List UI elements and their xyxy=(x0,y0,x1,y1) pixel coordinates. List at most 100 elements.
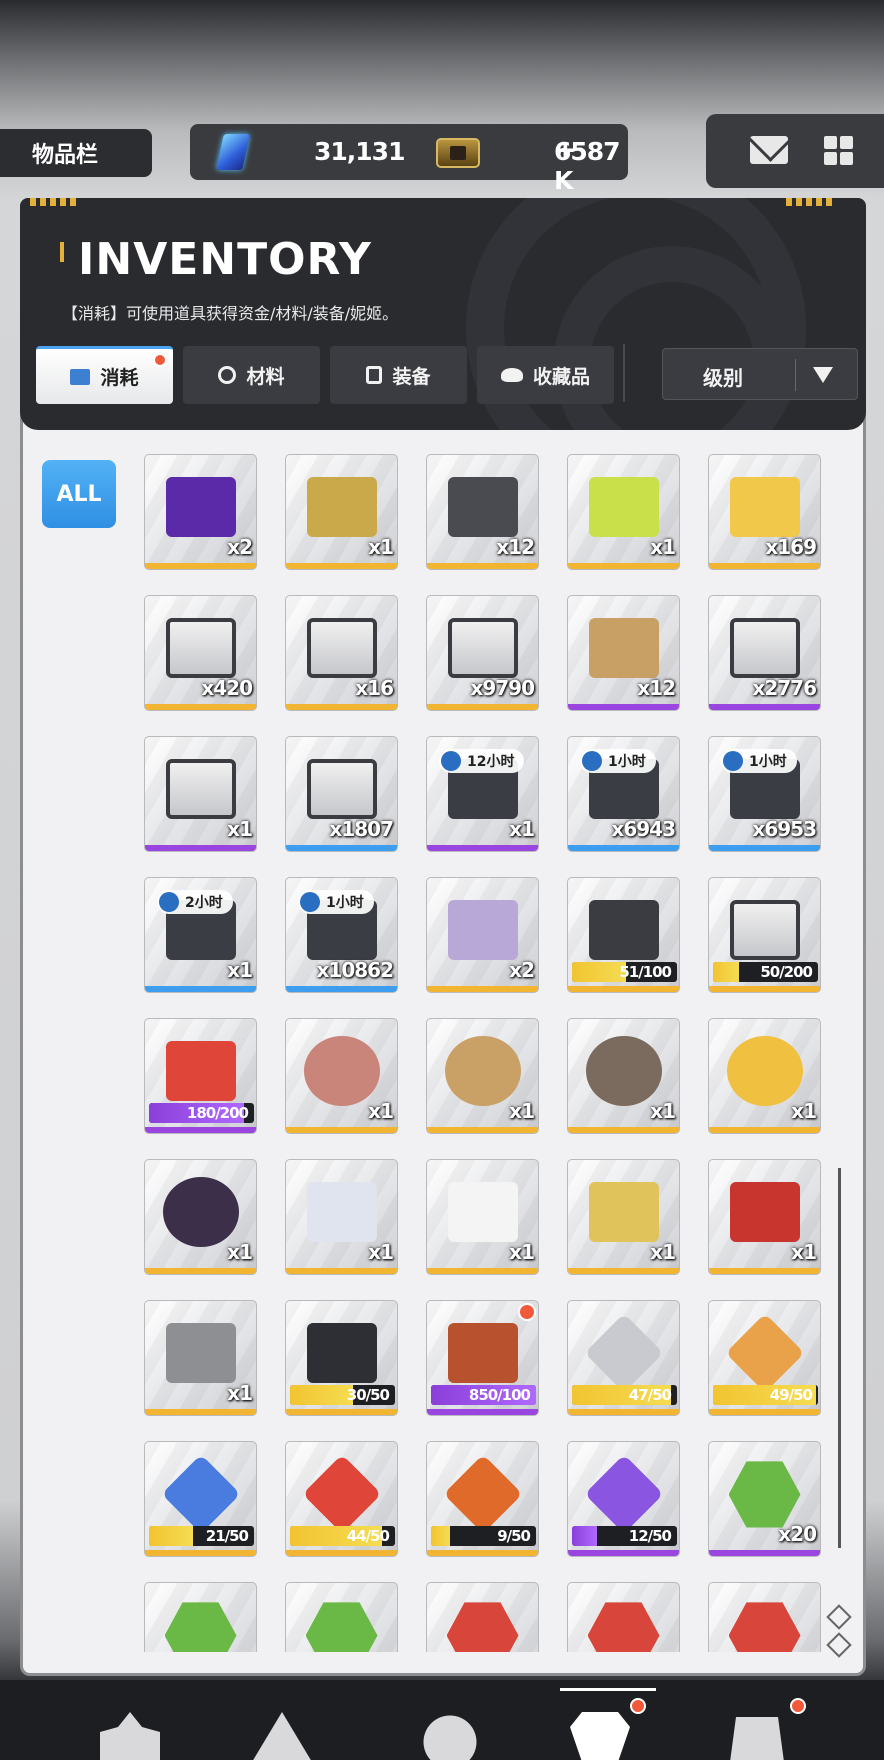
tab-collection[interactable]: 收藏品 xyxy=(477,346,614,404)
inventory-item[interactable]: x20 xyxy=(708,1441,821,1557)
nav-button[interactable] xyxy=(390,1688,510,1760)
inventory-item[interactable]: x1 xyxy=(144,1159,257,1275)
rarity-bar xyxy=(145,1268,256,1274)
omelette-icon xyxy=(726,1036,803,1107)
inventory-item[interactable]: x1 xyxy=(426,1159,539,1275)
inventory-item[interactable]: x16 xyxy=(285,595,398,711)
rarity-bar xyxy=(145,986,256,992)
inventory-item[interactable] xyxy=(708,1582,821,1652)
tab-label: 消耗 xyxy=(100,367,139,389)
nav-button[interactable] xyxy=(70,1688,190,1760)
filter-all-button[interactable]: ALL xyxy=(42,460,116,528)
item-progress-bar: 51/100 xyxy=(572,962,677,982)
inventory-item[interactable]: x1 xyxy=(567,454,680,570)
inventory-item[interactable]: 1小时 x6943 xyxy=(567,736,680,852)
tab-material[interactable]: 材料 xyxy=(183,346,320,404)
nav-button[interactable] xyxy=(540,1688,660,1760)
rarity-bar xyxy=(427,563,538,569)
orange-crate-icon xyxy=(165,618,236,679)
menu-grid-icon[interactable] xyxy=(824,136,854,166)
inventory-item[interactable]: x1 xyxy=(285,454,398,570)
ssr-pyramid-box-icon xyxy=(306,477,377,538)
tab-consumable[interactable]: 消耗 xyxy=(36,346,173,404)
blue-crate-icon xyxy=(729,618,800,679)
inventory-item[interactable]: 50/200 xyxy=(708,877,821,993)
inventory-item[interactable]: 49/50 xyxy=(708,1300,821,1416)
2nd-anniversary-gift-icon xyxy=(165,477,236,538)
item-quantity: x1 xyxy=(509,1240,535,1264)
progress-text: 50/200 xyxy=(760,963,813,981)
inventory-item[interactable]: 1小时 x6953 xyxy=(708,736,821,852)
squad-icon xyxy=(100,1712,160,1760)
inventory-item[interactable] xyxy=(567,1582,680,1652)
inventory-item[interactable] xyxy=(144,1582,257,1652)
inventory-item[interactable]: 12/50 xyxy=(567,1441,680,1557)
inventory-item[interactable]: x1 xyxy=(567,1159,680,1275)
inventory-item[interactable]: 44/50 xyxy=(285,1441,398,1557)
inventory-item[interactable]: x9790 xyxy=(426,595,539,711)
mail-icon[interactable] xyxy=(750,136,788,164)
scrollbar[interactable] xyxy=(838,1168,841,1548)
item-quantity: x20 xyxy=(778,1522,817,1546)
inventory-item[interactable] xyxy=(426,1582,539,1652)
inventory-item[interactable]: x1 xyxy=(426,1018,539,1134)
rarity-bar xyxy=(286,1550,397,1556)
inventory-item[interactable]: 47/50 xyxy=(567,1300,680,1416)
inventory-item[interactable]: 180/200 xyxy=(144,1018,257,1134)
progress-fill xyxy=(572,1526,598,1546)
stone-figure-icon xyxy=(165,1323,236,1384)
green-hex-module-icon xyxy=(164,1602,237,1652)
inventory-item[interactable]: x1 xyxy=(285,1159,398,1275)
progress-text: 12/50 xyxy=(628,1527,672,1545)
inventory-item[interactable]: x1 xyxy=(567,1018,680,1134)
rarity-bar xyxy=(145,1127,256,1133)
rarity-bar xyxy=(427,1268,538,1274)
timer-badge: 1小时 xyxy=(580,749,656,773)
inventory-item[interactable]: x1 xyxy=(708,1159,821,1275)
inventory-item[interactable]: 2小时 x1 xyxy=(144,877,257,993)
inventory-icon xyxy=(570,1712,630,1760)
tab-equipment[interactable]: 装备 xyxy=(330,346,467,404)
inventory-item[interactable]: x2 xyxy=(426,877,539,993)
inventory-item[interactable]: x420 xyxy=(144,595,257,711)
inventory-item[interactable]: 51/100 xyxy=(567,877,680,993)
inventory-item[interactable]: x12 xyxy=(567,595,680,711)
rarity-bar xyxy=(286,563,397,569)
progress-text: 850/100 xyxy=(468,1386,531,1404)
inventory-item[interactable]: x12 xyxy=(426,454,539,570)
inventory-item[interactable]: 9/50 xyxy=(426,1441,539,1557)
rarity-bar xyxy=(427,704,538,710)
inventory-item[interactable]: x1 xyxy=(285,1018,398,1134)
anniversary-cake-icon xyxy=(585,1036,662,1107)
yellow-capsule-icon xyxy=(588,477,659,538)
rarity-bar xyxy=(145,1409,256,1415)
progress-text: 47/50 xyxy=(628,1386,672,1404)
notification-badge xyxy=(518,1303,536,1321)
inventory-item[interactable]: 21/50 xyxy=(144,1441,257,1557)
inventory-item[interactable]: x2 xyxy=(144,454,257,570)
item-quantity: x1 xyxy=(791,1099,817,1123)
sort-dropdown[interactable]: 级别 xyxy=(662,348,858,400)
inventory-item[interactable]: x1 xyxy=(144,1300,257,1416)
stickers-icon xyxy=(447,900,518,961)
inventory-item[interactable] xyxy=(285,1582,398,1652)
nav-button[interactable] xyxy=(700,1688,820,1760)
item-progress-bar: 30/50 xyxy=(290,1385,395,1405)
nav-button[interactable] xyxy=(222,1688,342,1760)
inventory-item[interactable]: 850/100 xyxy=(426,1300,539,1416)
inventory-item[interactable]: 12小时 x1 xyxy=(426,736,539,852)
inventory-item[interactable]: 1小时 x10862 xyxy=(285,877,398,993)
item-quantity: x169 xyxy=(765,535,817,559)
inventory-item[interactable]: x1 xyxy=(708,1018,821,1134)
item-quantity: x6953 xyxy=(752,817,817,841)
inventory-item[interactable]: x169 xyxy=(708,454,821,570)
inventory-item[interactable]: x2776 xyxy=(708,595,821,711)
inventory-item[interactable]: x1 xyxy=(144,736,257,852)
inventory-item[interactable]: 30/50 xyxy=(285,1300,398,1416)
rarity-bar xyxy=(286,704,397,710)
timer-badge: 2小时 xyxy=(157,890,233,914)
rarity-bar xyxy=(286,1127,397,1133)
blue-crate-icon xyxy=(306,759,377,820)
item-quantity: x1 xyxy=(368,1240,394,1264)
inventory-item[interactable]: x1807 xyxy=(285,736,398,852)
